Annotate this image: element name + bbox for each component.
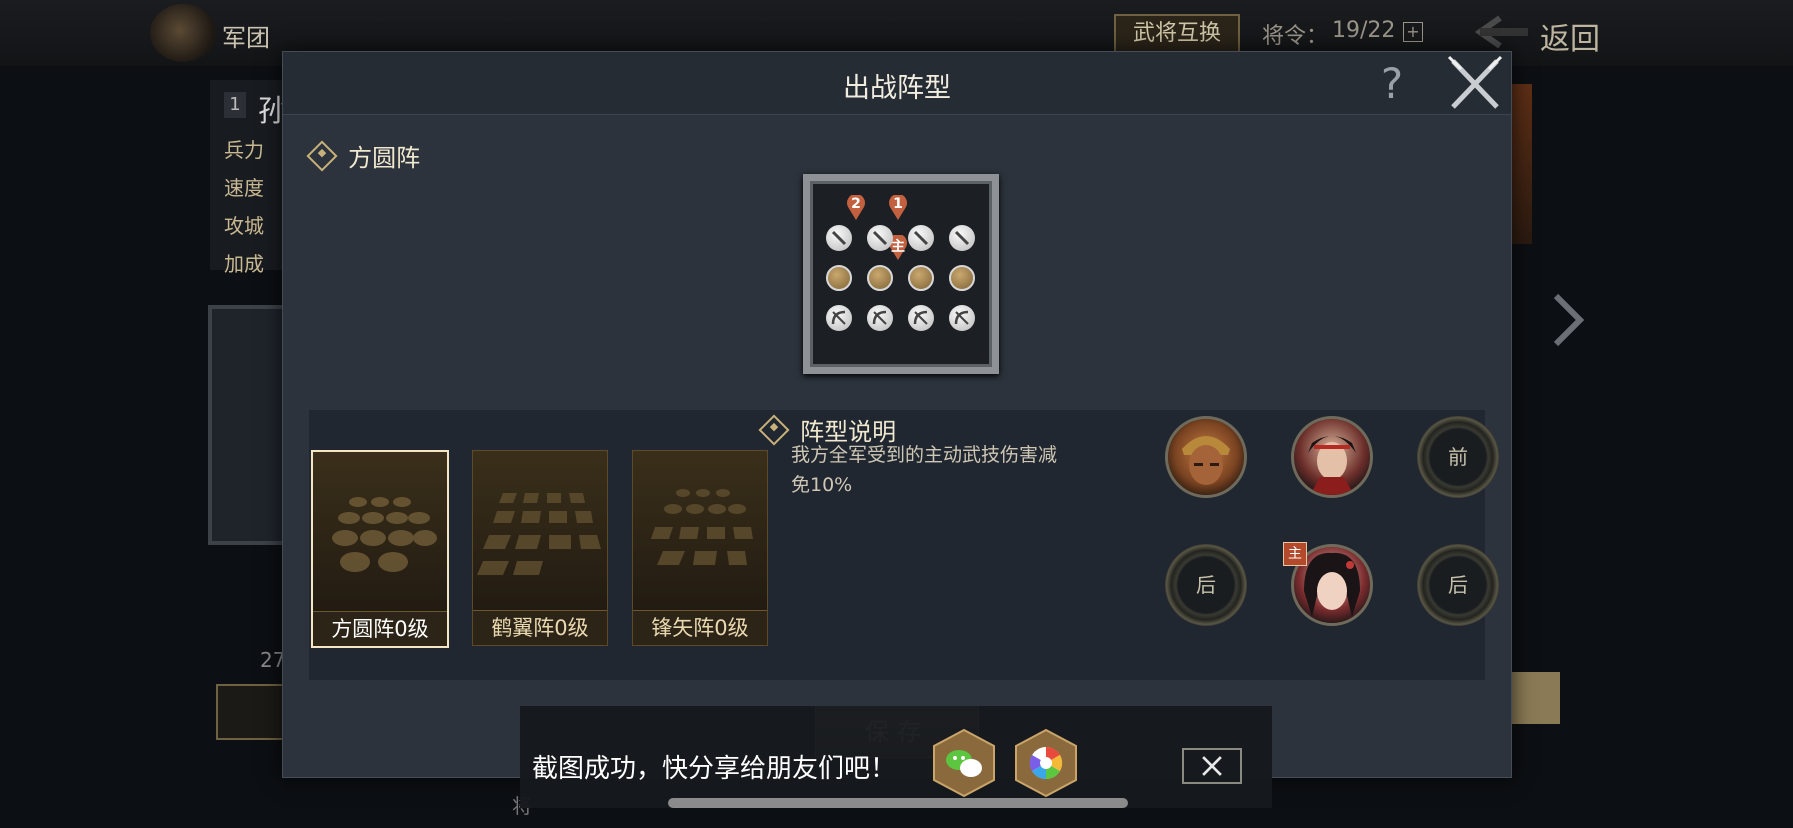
crane-wing-formation-art-icon: [477, 493, 601, 575]
bow-unit-icon: [949, 305, 975, 331]
sword-unit-icon: [867, 225, 893, 251]
orders-label: 将令：: [1262, 24, 1329, 49]
formation-card-label: 方圆阵0级: [313, 611, 447, 646]
main-general-badge: 主: [1283, 542, 1307, 566]
hero-slot-back-left[interactable]: 后: [1165, 544, 1247, 626]
back-arrow-icon[interactable]: [1470, 14, 1530, 50]
help-button[interactable]: ?: [1371, 60, 1413, 108]
sword-unit-icon: [826, 225, 852, 251]
current-formation-heading: 方圆阵: [306, 138, 421, 172]
bow-unit-icon: [826, 305, 852, 331]
description-line: 我方全军受到的主动武技伤害减: [791, 444, 1058, 466]
hero-slot-front-middle[interactable]: [1291, 416, 1373, 498]
back-button[interactable]: 返回: [1540, 14, 1600, 58]
formation-selection-panel: 方圆阵0级 鹤翼阵0级 锋矢阵0级 阵型说明 我方全军受到的主动武技伤害减 免1…: [309, 410, 1499, 680]
dialog-title: 出战阵型: [843, 73, 951, 104]
shield-unit-icon: [826, 265, 852, 291]
swap-generals-button[interactable]: 武将互换: [1114, 14, 1240, 54]
young-general-portrait-icon: [1308, 436, 1356, 495]
legion-label: 军团: [222, 24, 270, 52]
formation-card-label: 鹤翼阵0级: [473, 610, 607, 645]
shield-unit-icon: [949, 265, 975, 291]
diamond-icon: [306, 139, 338, 172]
close-toast-icon[interactable]: [1182, 748, 1242, 784]
hero-slot-front-right[interactable]: 前: [1417, 416, 1499, 498]
arrowhead-formation-art-icon: [651, 489, 753, 565]
stat-speed: 速度: [224, 176, 264, 200]
formation-card-fengshi[interactable]: 锋矢阵0级: [632, 450, 768, 646]
sword-unit-icon: [908, 225, 934, 251]
next-arrow-icon[interactable]: [1548, 290, 1588, 350]
sword-unit-icon: [949, 225, 975, 251]
close-icon[interactable]: [1445, 55, 1505, 113]
home-indicator[interactable]: [668, 798, 1128, 808]
stat-siege: 攻城: [224, 214, 264, 238]
helmeted-warrior-portrait-icon: [1182, 436, 1230, 485]
position-pin-1: 1: [888, 193, 908, 221]
position-pin-2: 2: [846, 193, 866, 221]
add-orders-button[interactable]: +: [1403, 22, 1423, 42]
hero-slot-back-right[interactable]: 后: [1417, 544, 1499, 626]
description-line: 免10%: [791, 474, 853, 496]
dialog-header: 出战阵型 ?: [283, 52, 1511, 115]
round-formation-art-icon: [332, 497, 437, 572]
current-formation-name: 方圆阵: [348, 144, 421, 172]
stat-troops: 兵力: [224, 138, 264, 162]
moments-share-icon[interactable]: [1014, 728, 1078, 798]
bow-unit-icon: [867, 305, 893, 331]
shield-unit-icon: [867, 265, 893, 291]
shield-unit-icon: [908, 265, 934, 291]
formation-card-label: 锋矢阵0级: [633, 610, 767, 645]
hero-slot-front-left[interactable]: [1165, 416, 1247, 498]
bow-unit-icon: [908, 305, 934, 331]
bg-right-button[interactable]: [1512, 672, 1560, 724]
slot-back-label: 后: [1448, 573, 1468, 597]
formation-description: 我方全军受到的主动武技伤害减 免10%: [791, 440, 1081, 500]
share-message: 截图成功，快分享给朋友们吧！: [532, 754, 897, 784]
wechat-share-icon[interactable]: [932, 728, 996, 798]
orders-value: 19/22: [1332, 18, 1396, 43]
slot-back-label: 后: [1196, 573, 1216, 597]
formation-card-heyi[interactable]: 鹤翼阵0级: [472, 450, 608, 646]
diamond-icon: [758, 413, 790, 446]
screenshot-share-toast: 截图成功，快分享给朋友们吧！: [520, 706, 1272, 808]
formation-card-fangyuan[interactable]: 方圆阵0级: [311, 450, 449, 648]
formation-board: 2 1 主: [803, 174, 999, 374]
slot-front-label: 前: [1448, 445, 1468, 469]
hero-rank-badge: 1: [224, 92, 246, 118]
formation-dialog: 出战阵型 ? 方圆阵 2 1 主 方圆阵0级 鹤翼阵0级 锋矢阵0级 阵型说明 …: [282, 51, 1512, 778]
legion-emblem-icon[interactable]: [150, 4, 216, 62]
stat-bonus: 加成: [224, 252, 264, 276]
